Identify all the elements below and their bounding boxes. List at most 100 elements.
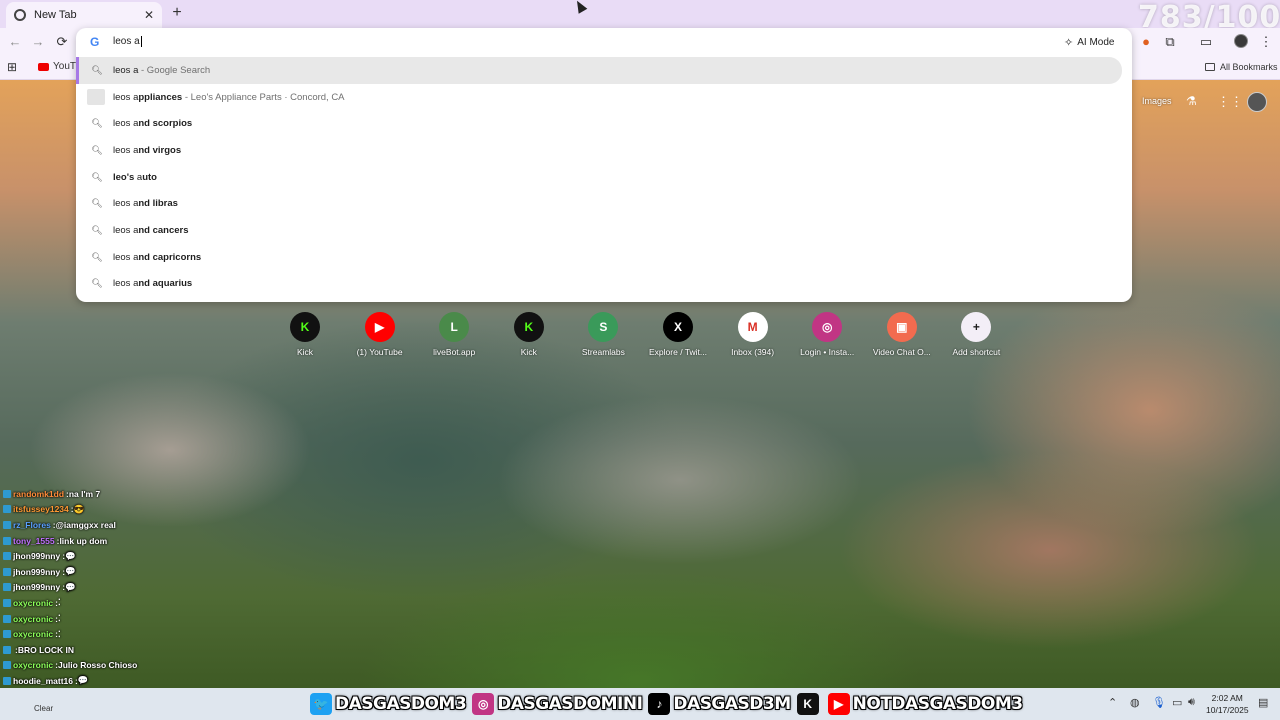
- suggestion-row[interactable]: 🔍︎ leo's a uto: [76, 164, 1132, 191]
- chat-username: jhon999nny: [13, 582, 61, 593]
- address-input[interactable]: leos a: [113, 36, 142, 47]
- menu-icon[interactable]: ⋮: [1258, 34, 1274, 50]
- volume-icon[interactable]: 🔊︎: [1188, 696, 1195, 709]
- shortcut-icon: M: [737, 312, 768, 342]
- clock[interactable]: 2:02 AM 10/17/2025: [1206, 692, 1249, 716]
- close-icon[interactable]: ✕: [144, 8, 154, 22]
- shortcut-tile[interactable]: ▣ Video Chat O...: [867, 310, 937, 357]
- bookmark-youtube[interactable]: YouTu: [38, 61, 81, 72]
- suggestion-row[interactable]: 🔍︎ leos a - Google Search: [76, 57, 1122, 84]
- chat-badge-icon: [3, 567, 11, 576]
- search-icon: 🔍︎: [91, 224, 103, 235]
- profile-avatar[interactable]: [1234, 34, 1248, 48]
- forward-icon[interactable]: →: [30, 34, 46, 49]
- clear-label: Clear: [34, 704, 54, 713]
- social-handle: ♪ DASGASD3M: [648, 693, 791, 715]
- shortcut-tile[interactable]: + Add shortcut: [941, 310, 1011, 357]
- chat-badge-icon: [3, 598, 11, 607]
- chat-badge-icon: [3, 505, 11, 514]
- shortcut-icon: +: [961, 312, 992, 342]
- suggestion-row[interactable]: 🔍︎ leos a nd aquarius: [76, 271, 1132, 298]
- suggestion-completion: nd virgos: [138, 144, 182, 156]
- chat-text: 💬: [65, 581, 76, 592]
- shortcut-tile[interactable]: M Inbox (394): [718, 310, 788, 357]
- shortcut-label: Explore / Twit...: [649, 347, 707, 357]
- chat-username: oxycronic: [13, 660, 54, 671]
- ntp-avatar[interactable]: [1247, 92, 1267, 112]
- chevron-up-icon[interactable]: ⌃: [1108, 696, 1117, 709]
- tiktok-icon: ♪: [648, 693, 671, 715]
- display-icon[interactable]: ▭: [1172, 696, 1182, 709]
- chat-username: hoodie_matt16: [13, 675, 73, 686]
- microphone-icon[interactable]: 🎙︎: [1152, 696, 1166, 709]
- shortcut-icon: S: [588, 312, 619, 342]
- suggestion-row[interactable]: 🔍︎ leos a nd scorpios: [76, 110, 1132, 137]
- chat-badge-icon: [3, 536, 11, 545]
- shortcut-tile[interactable]: ◎ Login • Insta...: [792, 310, 862, 357]
- apps-icon[interactable]: ⊞: [7, 60, 17, 74]
- search-icon: 🔍︎: [91, 251, 103, 262]
- new-tab-button[interactable]: +: [170, 4, 184, 22]
- chat-text: BRO LOCK IN: [17, 644, 75, 655]
- chat-message: tony_1555 : link up dom: [0, 533, 170, 549]
- chat-username: jhon999nny: [13, 566, 61, 577]
- suggestion-completion: nd scorpios: [138, 118, 193, 130]
- shortcut-tile[interactable]: ▶ (1) YouTube: [345, 310, 415, 357]
- shortcut-tile[interactable]: S Streamlabs: [568, 310, 638, 357]
- place-icon: [87, 89, 105, 106]
- shortcut-label: Video Chat O...: [872, 347, 931, 357]
- tab-strip: New Tab ✕ + 783/1000: [0, 0, 1280, 35]
- ai-search-icon: ✧: [1064, 37, 1074, 49]
- chat-text: ⁚: [58, 597, 61, 608]
- shortcut-tile[interactable]: K Kick: [270, 310, 340, 357]
- kick-icon: K: [796, 693, 819, 715]
- all-bookmarks-button[interactable]: All Bookmarks: [1205, 62, 1278, 72]
- ai-mode-button[interactable]: ✧ AI Mode: [1064, 36, 1114, 49]
- social-handle-text: DASGASD3M: [673, 694, 791, 714]
- extensions-puzzle-icon[interactable]: ⧉: [1162, 34, 1178, 50]
- twitter-icon: 🐦: [310, 693, 332, 715]
- shortcut-icon: ▶: [364, 312, 395, 342]
- shortcut-label: Kick: [520, 347, 537, 357]
- chat-text: ⁚: [58, 628, 61, 639]
- shortcut-label: Streamlabs: [581, 347, 625, 357]
- chat-badge-icon: [3, 645, 11, 654]
- shortcut-tile[interactable]: K Kick: [494, 310, 564, 357]
- labs-icon[interactable]: ⚗: [1186, 94, 1197, 108]
- notification-icon[interactable]: ▤: [1258, 696, 1268, 709]
- chat-message: oxycronic : Julio Rosso Chioso: [0, 658, 170, 674]
- suggestion-text: leos a: [113, 118, 139, 130]
- back-icon[interactable]: ←: [7, 34, 23, 49]
- chat-text: 💬: [65, 550, 76, 561]
- chrome-icon: [14, 9, 26, 21]
- social-handle: 🐦 DASGASDOM3: [310, 693, 467, 715]
- suggestion-row[interactable]: 🔍︎ leos a nd libras: [76, 190, 1132, 217]
- suggestion-row[interactable]: 🔍︎ leos a nd capricorns: [76, 244, 1132, 271]
- images-link[interactable]: Images: [1142, 96, 1172, 106]
- shortcut-label: Inbox (394): [731, 347, 775, 357]
- suggestion-row[interactable]: 🔍︎ leos a nd virgos: [76, 137, 1132, 164]
- shortcut-tile[interactable]: X Explore / Twit...: [643, 310, 713, 357]
- suggestion-text: leos a: [113, 198, 139, 210]
- search-icon: 🔍︎: [91, 171, 103, 182]
- chat-text: na I'm 7: [68, 488, 101, 499]
- chat-badge-icon: [3, 489, 11, 498]
- ai-mode-label: AI Mode: [1077, 37, 1115, 48]
- network-icon[interactable]: ◍: [1130, 696, 1140, 709]
- suggestion-row[interactable]: leos a ppliances - Leo's Appliance Parts …: [76, 84, 1132, 111]
- shortcut-icon: ▣: [886, 312, 917, 342]
- suggestion-row[interactable]: 🔍︎ leos a nd cancers: [76, 217, 1132, 244]
- apps-grid-icon[interactable]: ⋮⋮: [1217, 94, 1243, 110]
- chat-text: 😎: [73, 503, 85, 514]
- shortcut-tile[interactable]: LliveBot.app: [419, 310, 489, 357]
- reload-icon[interactable]: ⟳: [54, 34, 70, 50]
- tab-new-tab[interactable]: New Tab ✕: [6, 2, 162, 28]
- search-icon: 🔍︎: [91, 64, 103, 75]
- suggestion-text: leos a: [113, 64, 139, 76]
- extension-icon[interactable]: ●: [1138, 34, 1154, 49]
- social-handle-text: DASGASDOMINI: [497, 694, 643, 714]
- chat-message: jhon999nny : 💬: [0, 564, 170, 580]
- address-bar[interactable]: G leos a ✧ AI Mode: [76, 28, 1132, 56]
- cast-icon[interactable]: ▭: [1198, 34, 1214, 50]
- shortcut-icon: L: [439, 312, 470, 342]
